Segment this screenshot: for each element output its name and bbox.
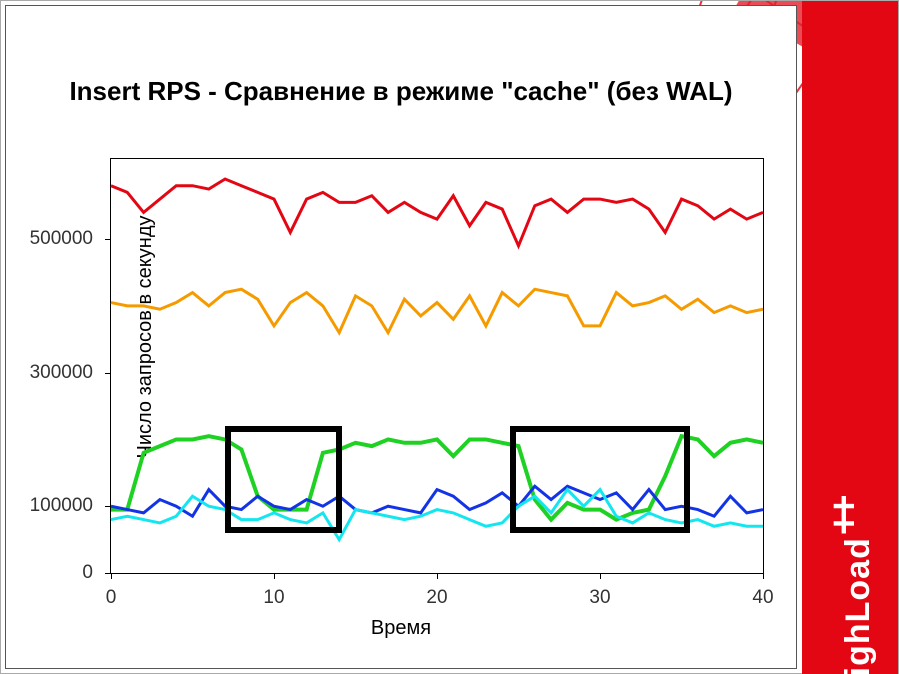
y-tick-label: 0 [82,562,93,584]
x-tick-mark [763,573,764,579]
x-tick-label: 20 [426,587,447,609]
x-tick-mark [111,573,112,579]
y-tick-label: 500000 [30,228,93,250]
y-tick-label: 300000 [30,362,93,384]
brand-sidebar: HighLoad++ [802,1,898,674]
x-tick-label: 0 [106,587,117,609]
brand-text: HighLoad [839,537,877,674]
y-tick-mark [105,373,111,374]
x-tick-mark [600,573,601,579]
y-tick-label: 100000 [30,495,93,517]
brand-label: HighLoad++ [822,500,878,674]
highlight-box [510,426,689,533]
series-orange [111,289,763,332]
brand-plusplus: ++ [822,500,866,535]
slide: HighLoad++ Insert RPS - Сравнение в режи… [0,0,899,674]
plot-area: 0100000300000500000010203040 [110,158,764,574]
x-axis-label: Время [6,617,796,640]
x-tick-mark [274,573,275,579]
chart-title: Insert RPS - Сравнение в режиме "cache" … [6,76,796,107]
x-tick-mark [437,573,438,579]
x-tick-label: 30 [589,587,610,609]
x-tick-label: 10 [263,587,284,609]
chart-container: Insert RPS - Сравнение в режиме "cache" … [5,5,797,669]
series-red [111,179,763,246]
highlight-box [225,426,342,533]
y-tick-mark [105,506,111,507]
x-tick-label: 40 [752,587,773,609]
y-tick-mark [105,239,111,240]
